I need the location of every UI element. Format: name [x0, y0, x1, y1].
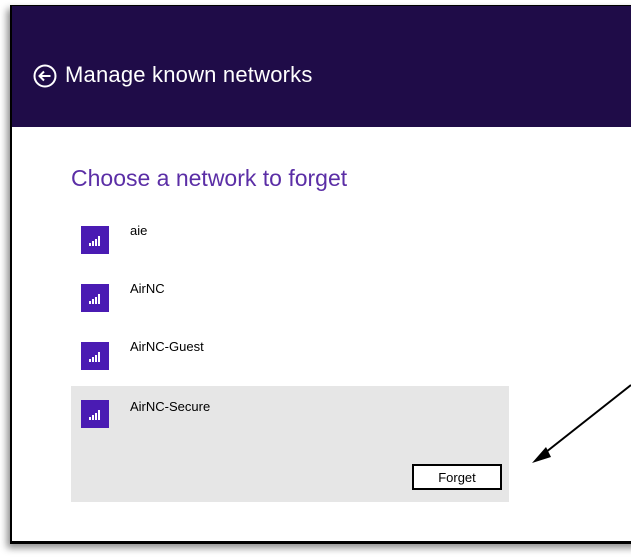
network-item-airnc[interactable]: AirNC: [71, 272, 509, 320]
settings-window: Manage known networks Choose a network t…: [10, 5, 631, 544]
network-name: AirNC: [130, 281, 165, 296]
forget-button[interactable]: Forget: [412, 464, 502, 490]
header-bar: Manage known networks: [12, 6, 631, 127]
network-item-airnc-secure[interactable]: AirNC-Secure Forget: [71, 386, 509, 502]
network-item-airnc-guest[interactable]: AirNC-Guest: [71, 330, 509, 378]
back-arrow-circle-icon[interactable]: [33, 64, 57, 88]
network-name: AirNC-Guest: [130, 339, 204, 354]
wifi-signal-icon: [81, 284, 109, 312]
wifi-signal-icon: [81, 226, 109, 254]
network-item-aie[interactable]: aie: [71, 214, 509, 262]
network-name: aie: [130, 223, 148, 238]
network-name: AirNC-Secure: [130, 399, 211, 414]
section-heading: Choose a network to forget: [71, 165, 348, 191]
wifi-signal-icon: [81, 400, 109, 428]
wifi-signal-icon: [81, 342, 109, 370]
page-title: Manage known networks: [65, 62, 313, 87]
